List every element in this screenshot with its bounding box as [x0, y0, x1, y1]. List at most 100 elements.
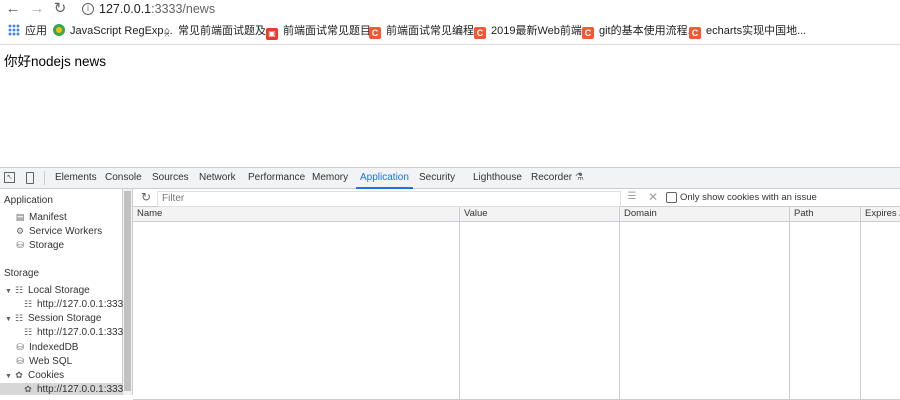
sidebar-item-local-storage-origin[interactable]: ☷ http://127.0.0.1:3333 [23, 297, 129, 312]
bookmark-interview-1[interactable]: ᛟ 常见前端面试题及... [161, 18, 275, 44]
sidebar-item-manifest[interactable]: ▤ Manifest [15, 210, 67, 225]
sidebar-item-cookies-origin[interactable]: ✿ http://127.0.0.1:3333 [23, 383, 129, 395]
tab-elements[interactable]: Elements [55, 168, 97, 188]
bookmark-web-2019[interactable]: C 2019最新Web前端... [474, 18, 591, 44]
csdn-favicon-icon: C [689, 27, 701, 39]
only-issue-label: Only show cookies with an issue [680, 192, 817, 203]
tab-network[interactable]: Network [199, 168, 236, 188]
sidebar-item-indexeddb[interactable]: ⛁ IndexedDB [15, 340, 78, 355]
tab-recorder-label: Recorder [531, 172, 573, 183]
sidebar-heading-storage: Storage [4, 268, 40, 279]
url-host: 127.0.0.1 [99, 2, 152, 16]
red-favicon-icon: ▣ [266, 28, 278, 40]
bookmark-apps[interactable]: 应用 [8, 18, 47, 44]
table-grid-icon: ☷ [23, 327, 33, 337]
column-header-path[interactable]: Path [790, 207, 861, 221]
column-divider [789, 222, 790, 400]
refresh-icon[interactable]: ↻ [139, 190, 153, 204]
bookmark-label: 前端面试常见编程... [386, 25, 484, 37]
bookmark-label: 2019最新Web前端... [491, 25, 592, 37]
apps-grid-icon [8, 24, 20, 36]
sidebar-item-service-workers[interactable]: ⚙ Service Workers [15, 224, 102, 239]
url-text[interactable]: 127.0.0.1:3333/news [99, 0, 215, 18]
bookmark-echarts[interactable]: Cecharts实现中国地... [689, 18, 806, 44]
bookmark-label: git的基本使用流程... [599, 25, 697, 37]
bookmark-regexp[interactable]: JavaScript RegExp... [53, 18, 173, 44]
column-header-name[interactable]: Name [133, 207, 460, 221]
bookmark-git[interactable]: Cgit的基本使用流程... [582, 18, 697, 44]
bookmark-label: JavaScript RegExp... [70, 25, 173, 37]
tab-lighthouse[interactable]: Lighthouse [473, 168, 522, 188]
tab-console[interactable]: Console [105, 168, 142, 188]
column-header-domain[interactable]: Domain [620, 207, 790, 221]
expand-arrow-icon[interactable]: ▼ [5, 313, 14, 327]
cookies-panel: ↻ ☰ ✕ Only show cookies with an issue Na… [133, 189, 900, 400]
sidebar-item-label: http://127.0.0.1:3333 [37, 384, 129, 395]
forward-arrow-icon[interactable]: → [28, 0, 46, 18]
bookmark-label: 常见前端面试题及... [178, 25, 276, 37]
sidebar-item-label: Session Storage [28, 313, 102, 324]
tab-recorder[interactable]: Recorder ⚗ [531, 168, 584, 188]
table-grid-icon: ☷ [14, 313, 24, 323]
cookie-icon: ✿ [24, 384, 32, 394]
address-bar: ← → ↻ i 127.0.0.1:3333/news [0, 0, 900, 18]
page-body-text: 你好nodejs news [4, 54, 107, 69]
table-grid-icon: ☷ [14, 285, 24, 295]
scrollbar-thumb[interactable] [124, 191, 131, 391]
swirl-favicon-icon: ᛟ [163, 25, 171, 39]
cookies-table: Name Value Domain Path Expires / M [133, 207, 900, 400]
csdn-favicon-icon: C [369, 27, 381, 39]
csdn-favicon-icon: C [582, 27, 594, 39]
sidebar-heading-application: Application [4, 195, 53, 206]
sidebar-scrollbar[interactable] [123, 189, 133, 395]
sidebar-item-label: IndexedDB [29, 342, 79, 353]
database-icon: ⛁ [16, 342, 24, 352]
tab-sources[interactable]: Sources [152, 168, 189, 188]
reload-icon[interactable]: ↻ [51, 0, 69, 18]
sidebar-item-label: Cookies [28, 370, 65, 381]
document-icon: ▤ [15, 212, 25, 222]
devtools-tab-bar: ↖ Elements Console Sources Network Perfo… [0, 168, 900, 189]
bookmark-interview-2[interactable]: ▣ 前端面试常见题目... [266, 18, 380, 44]
cookie-icon: ✿ [15, 370, 23, 380]
sidebar-item-cookies[interactable]: ▼ ✿ Cookies [5, 368, 64, 384]
bookmarks-bar: 应用 JavaScript RegExp... ᛟ 常见前端面试题及... ▣ 前端… [0, 18, 900, 45]
column-divider [619, 222, 620, 400]
sidebar-item-session-storage-origin[interactable]: ☷ http://127.0.0.1:3333 [23, 325, 129, 340]
column-header-expires[interactable]: Expires / M [861, 207, 900, 221]
application-sidebar: Application ▤ Manifest ⚙ Service Workers ⛁… [0, 189, 129, 395]
sidebar-item-websql[interactable]: ⛁ Web SQL [15, 354, 72, 369]
url-path: :3333/news [151, 2, 216, 16]
expand-arrow-icon[interactable]: ▼ [5, 285, 14, 299]
column-divider [860, 222, 861, 400]
device-toolbar-icon[interactable] [26, 172, 34, 184]
clear-filtered-icon[interactable]: ☰ [625, 190, 639, 204]
clear-all-icon[interactable]: ✕ [646, 190, 660, 204]
back-arrow-icon[interactable]: ← [4, 0, 22, 18]
filter-input[interactable] [157, 191, 621, 207]
sidebar-item-label: Web SQL [29, 356, 73, 367]
sidebar-item-storage[interactable]: ⛁ Storage [15, 238, 64, 253]
cookies-toolbar: ↻ ☰ ✕ Only show cookies with an issue [133, 189, 900, 207]
sidebar-item-label: Manifest [29, 212, 67, 223]
only-issue-checkbox[interactable] [666, 192, 677, 203]
bookmark-label: echarts实现中国地... [706, 25, 807, 37]
sidebar-item-label: Storage [29, 240, 65, 251]
site-info-icon[interactable]: i [82, 3, 94, 15]
database-icon: ⛁ [16, 240, 24, 250]
bookmark-label: 应用 [25, 25, 47, 37]
tab-performance[interactable]: Performance [248, 168, 305, 188]
column-header-value[interactable]: Value [460, 207, 620, 221]
expand-arrow-icon[interactable]: ▼ [5, 370, 14, 384]
sidebar-item-label: http://127.0.0.1:3333 [37, 327, 129, 338]
tab-application[interactable]: Application [356, 168, 413, 189]
tab-security[interactable]: Security [419, 168, 455, 188]
gear-icon: ⚙ [15, 226, 25, 236]
bookmark-label: 前端面试常见题目... [283, 25, 381, 37]
inspect-element-icon[interactable]: ↖ [4, 172, 15, 183]
sidebar-item-label: Service Workers [29, 226, 103, 237]
table-header: Name Value Domain Path Expires / M [133, 207, 900, 222]
tab-memory[interactable]: Memory [312, 168, 348, 188]
bookmark-interview-3[interactable]: C 前端面试常见编程... [369, 18, 483, 44]
sidebar-item-label: Local Storage [28, 285, 90, 296]
